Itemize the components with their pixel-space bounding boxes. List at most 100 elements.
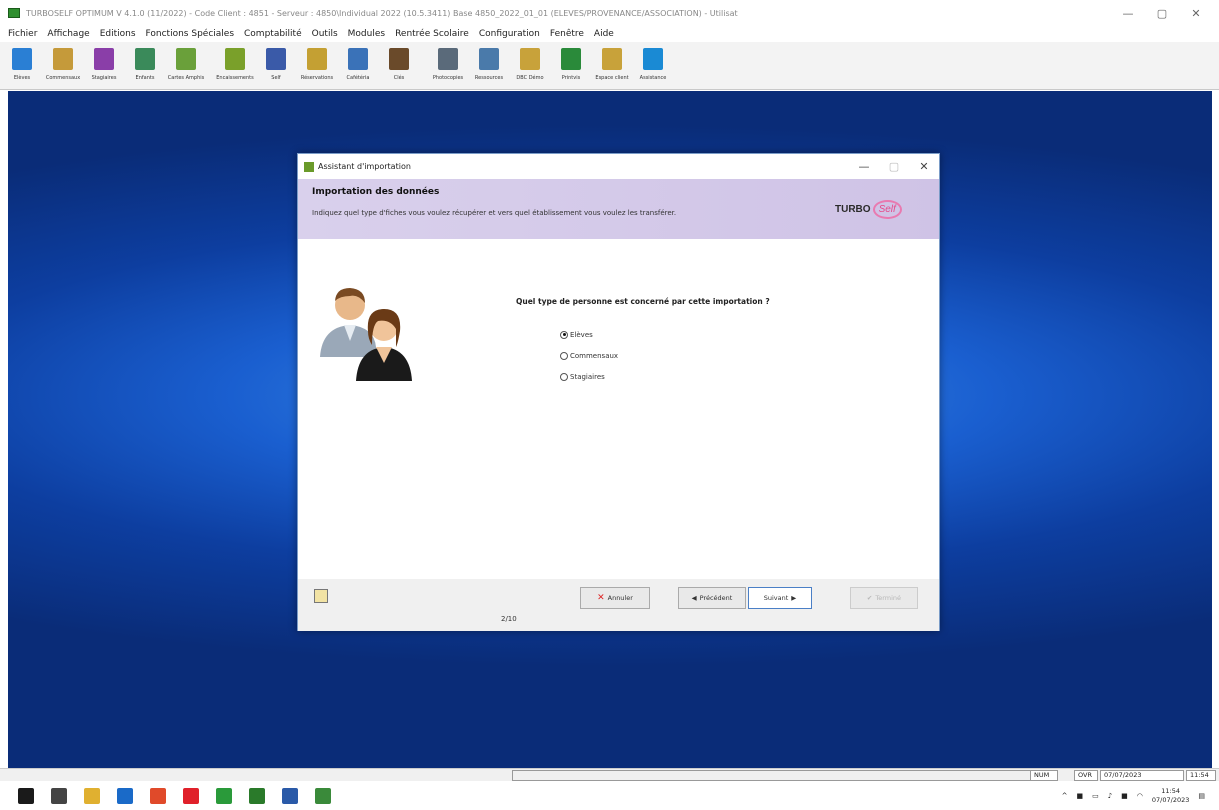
app-icon[interactable]: [249, 787, 265, 804]
toolbar-button-11[interactable]: Ressources: [471, 42, 507, 88]
tray-volume-icon[interactable]: ♪: [1108, 792, 1112, 800]
toolbar-button-10[interactable]: Photocopies: [430, 42, 466, 88]
opera-icon[interactable]: [183, 787, 199, 804]
toolbar-label-8: Cafétéria: [346, 75, 370, 81]
menu-item-1[interactable]: Affichage: [47, 29, 89, 39]
cancel-x-icon: ✕: [597, 593, 605, 603]
radio-label-commensaux[interactable]: Commensaux: [570, 352, 618, 360]
tray-app-icon[interactable]: ■: [1076, 792, 1083, 800]
toolbar-button-6[interactable]: Self: [258, 42, 294, 88]
toolbar-button-12[interactable]: DBC Démo: [512, 42, 548, 88]
turboself-icon[interactable]: [315, 787, 331, 804]
logo-accent-text: Self: [872, 199, 902, 219]
app-title: TURBOSELF OPTIMUM V 4.1.0 (11/2022) - Co…: [26, 8, 738, 18]
toolbar-button-3[interactable]: Enfants: [127, 42, 163, 88]
toolbar-button-15[interactable]: Assistance: [635, 42, 671, 88]
cancel-button[interactable]: ✕ Annuler: [580, 587, 650, 609]
dialog-footer: ✕ Annuler ◀ Précédent Suivant ▶ ✔ Termin…: [298, 579, 939, 631]
toolbar-button-5[interactable]: Encaissements: [216, 42, 254, 88]
toolbar-button-4[interactable]: Cartes Amphis: [168, 42, 204, 88]
tray-wifi-icon[interactable]: ◠: [1137, 792, 1143, 800]
radio-button-commensaux[interactable]: [560, 351, 568, 360]
menu-item-6[interactable]: Modules: [348, 29, 385, 39]
tray-network-icon[interactable]: ▭: [1092, 792, 1099, 800]
logo-main-text: TURBO: [835, 203, 871, 215]
mail-icon[interactable]: [117, 787, 133, 804]
network-app-icon[interactable]: [282, 787, 298, 804]
step-indicator: 2/10: [501, 615, 517, 623]
next-button[interactable]: Suivant ▶: [748, 587, 812, 609]
toolbar-button-8[interactable]: Cafétéria: [340, 42, 376, 88]
toolbar: Elèves Commensaux Stagiaires Enfants Cartes …: [0, 42, 1219, 90]
radio-button-stagiaires[interactable]: [560, 372, 568, 381]
tray-security-icon[interactable]: ■: [1121, 792, 1128, 800]
previous-button[interactable]: ◀ Précédent: [678, 587, 746, 609]
toolbar-icon-0: [12, 48, 32, 70]
toolbar-label-2: Stagiaires: [91, 75, 117, 81]
radio-label-eleves[interactable]: Elèves: [570, 331, 593, 339]
dialog-minimize-button[interactable]: —: [849, 160, 879, 173]
toolbar-label-14: Espace client: [595, 75, 629, 81]
dialog-header: Importation des données Indiquez quel ty…: [298, 179, 939, 239]
help-button[interactable]: [314, 589, 328, 603]
menu-item-7[interactable]: Rentrée Scolaire: [395, 29, 469, 39]
notifications-icon[interactable]: ▤: [1198, 792, 1205, 800]
toolbar-icon-14: [602, 48, 622, 70]
taskbar-clock[interactable]: 11:54 07/07/2023: [1152, 787, 1189, 805]
toolbar-button-1[interactable]: Commensaux: [45, 42, 81, 88]
toolbar-icon-11: [479, 48, 499, 70]
menu-item-8[interactable]: Configuration: [479, 29, 540, 39]
dialog-window-controls: — ▢ ✕: [849, 160, 939, 173]
chrome-icon[interactable]: [150, 787, 166, 804]
start-icon[interactable]: [18, 787, 34, 804]
minimize-button[interactable]: —: [1111, 7, 1145, 20]
toolbar-button-13[interactable]: Printvis: [553, 42, 589, 88]
status-num: NUM: [1030, 770, 1058, 781]
toolbar-icon-8: [348, 48, 368, 70]
clock-date: 07/07/2023: [1151, 795, 1190, 804]
cancel-label: Annuler: [607, 594, 633, 602]
close-button[interactable]: ✕: [1179, 7, 1213, 20]
previous-label: Précédent: [699, 594, 733, 602]
menu-item-5[interactable]: Outils: [312, 29, 338, 39]
toolbar-button-2[interactable]: Stagiaires: [86, 42, 122, 88]
menu-item-4[interactable]: Comptabilité: [244, 29, 302, 39]
chrome-2-icon[interactable]: [216, 787, 232, 804]
tray-chevron-icon[interactable]: ^: [1062, 792, 1068, 800]
toolbar-label-7: Réservations: [300, 75, 334, 81]
menu-item-10[interactable]: Aide: [594, 29, 614, 39]
dialog-titlebar: Assistant d'importation — ▢ ✕: [298, 154, 939, 179]
toolbar-label-1: Commensaux: [45, 75, 81, 81]
radio-option-eleves[interactable]: Elèves: [560, 324, 618, 345]
toolbar-label-5: Encaissements: [216, 75, 254, 81]
status-main-cell: [512, 770, 1032, 781]
status-time: 11:54: [1186, 770, 1216, 781]
maximize-button[interactable]: ▢: [1145, 7, 1179, 20]
toolbar-button-0[interactable]: Elèves: [4, 42, 40, 88]
menu-item-2[interactable]: Editions: [100, 29, 136, 39]
app-titlebar: TURBOSELF OPTIMUM V 4.1.0 (11/2022) - Co…: [0, 0, 1219, 26]
file-explorer-icon[interactable]: [84, 787, 100, 804]
finish-check-icon: ✔: [866, 594, 873, 602]
import-wizard-dialog: Assistant d'importation — ▢ ✕ Importatio…: [297, 153, 940, 631]
radio-option-commensaux[interactable]: Commensaux: [560, 345, 618, 366]
dialog-body: Quel type de personne est concerné par c…: [298, 239, 939, 579]
radio-label-stagiaires[interactable]: Stagiaires: [570, 373, 605, 381]
radio-option-stagiaires[interactable]: Stagiaires: [560, 366, 618, 387]
dialog-title: Assistant d'importation: [318, 162, 411, 171]
toolbar-button-9[interactable]: Clés: [381, 42, 417, 88]
menu-item-9[interactable]: Fenêtre: [550, 29, 584, 39]
toolbar-button-14[interactable]: Espace client: [594, 42, 630, 88]
dialog-maximize-button: ▢: [888, 160, 900, 173]
toolbar-button-7[interactable]: Réservations: [299, 42, 335, 88]
dialog-close-button[interactable]: ✕: [909, 160, 939, 173]
menu-item-0[interactable]: Fichier: [8, 29, 37, 39]
toolbar-icon-6: [266, 48, 286, 70]
task-view-icon[interactable]: [51, 787, 67, 804]
menu-item-3[interactable]: Fonctions Spéciales: [146, 29, 234, 39]
toolbar-icon-3: [135, 48, 155, 70]
radio-button-eleves[interactable]: [560, 330, 568, 339]
toolbar-label-13: Printvis: [561, 75, 581, 81]
toolbar-icon-1: [53, 48, 73, 70]
toolbar-label-10: Photocopies: [432, 75, 464, 81]
